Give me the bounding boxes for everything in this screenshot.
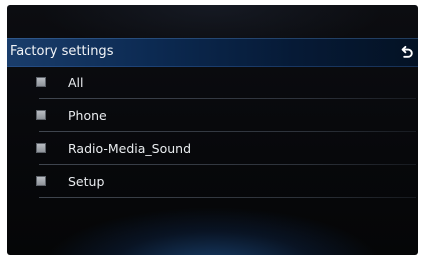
page-title: Factory settings [10, 44, 114, 59]
list-item-label: Phone [68, 108, 107, 123]
list-item-radio-media-sound[interactable]: Radio-Media_Sound [7, 132, 418, 165]
list-item-phone[interactable]: Phone [7, 99, 418, 132]
screen: Factory settings All Phone Radio-Media_S… [7, 5, 418, 255]
checkbox-icon[interactable] [36, 176, 46, 186]
checkbox-icon[interactable] [36, 77, 46, 87]
settings-list: All Phone Radio-Media_Sound Setup [7, 66, 418, 198]
list-item-label: All [68, 75, 84, 90]
checkbox-icon[interactable] [36, 143, 46, 153]
checkbox-icon[interactable] [36, 110, 46, 120]
header-bar: Factory settings [7, 38, 418, 67]
back-arrow-icon[interactable] [400, 45, 414, 59]
list-item-setup[interactable]: Setup [7, 165, 418, 198]
list-item-all[interactable]: All [7, 66, 418, 99]
divider [39, 197, 416, 198]
list-item-label: Radio-Media_Sound [68, 141, 192, 156]
list-item-label: Setup [68, 174, 105, 189]
